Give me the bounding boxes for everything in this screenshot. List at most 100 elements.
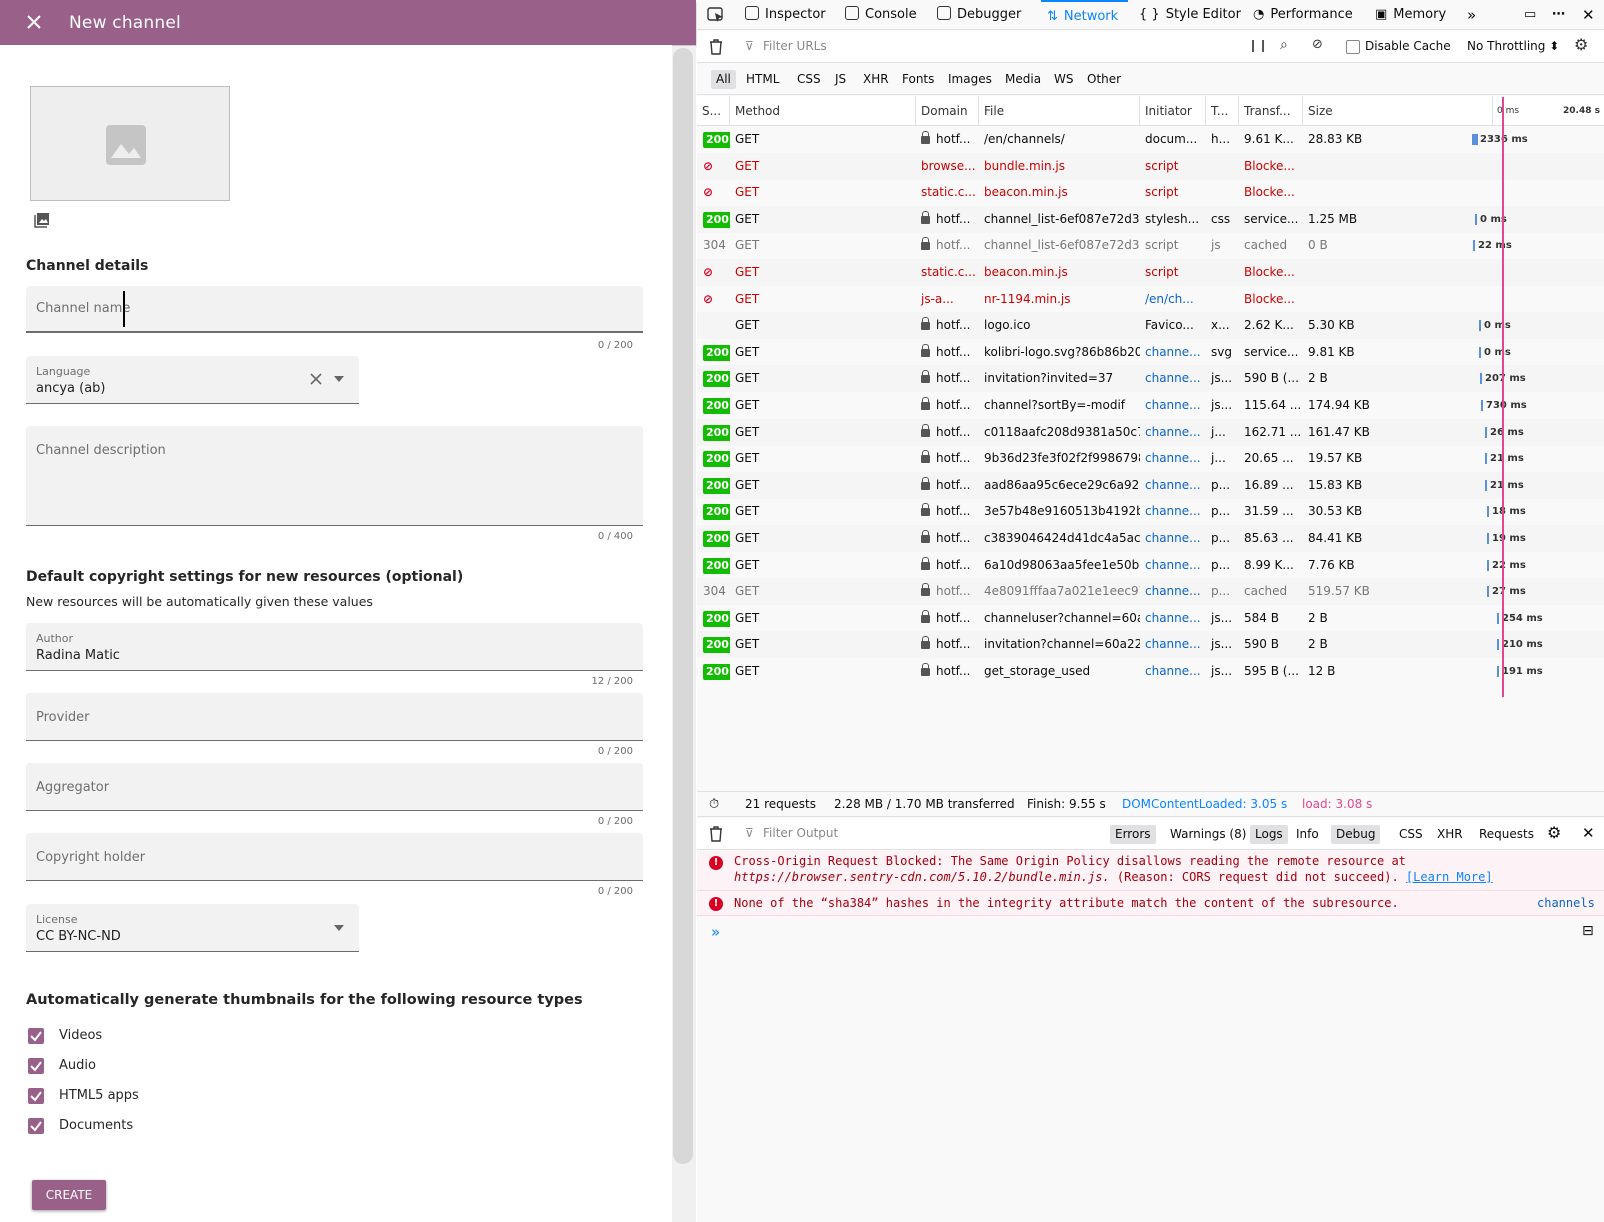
filter-debug[interactable]: Debug: [1331, 825, 1381, 844]
aggregator-field[interactable]: Aggregator: [26, 763, 643, 811]
type-all[interactable]: All: [711, 70, 736, 89]
channel-description-field[interactable]: Channel description: [26, 426, 643, 526]
filter-urls-input[interactable]: Filter URLs: [763, 39, 1203, 53]
learn-more-link[interactable]: [Learn More]: [1406, 870, 1493, 884]
trash-icon[interactable]: [709, 826, 723, 842]
request-row[interactable]: 200 GET hotf... /en/channels/docum... h... 9.…: [697, 126, 1604, 153]
disable-cache-checkbox[interactable]: [1346, 40, 1360, 54]
request-row[interactable]: 304 GET hotf... channel_list-6ef087e72d3e sc…: [697, 232, 1604, 259]
col-size[interactable]: Size: [1303, 96, 1493, 126]
type-xhr[interactable]: XHR: [858, 70, 894, 89]
tab-memory[interactable]: ▣ Memory: [1375, 0, 1446, 30]
html5-checkbox[interactable]: [28, 1088, 44, 1104]
filter-output-input[interactable]: Filter Output: [763, 826, 838, 840]
filter-info[interactable]: Info: [1291, 825, 1324, 844]
waterfall-bar: [1497, 639, 1499, 651]
error-url[interactable]: https://browser.sentry-cdn.com/5.10.2/bu…: [734, 870, 1110, 884]
col-waterfall[interactable]: 0 ms 20.48 s: [1493, 96, 1604, 126]
request-row[interactable]: 200 GET hotf... 6a10d98063aa5fee1e50b01 chan…: [697, 552, 1604, 579]
tab-performance[interactable]: ◔ Performance: [1253, 0, 1353, 30]
type-css[interactable]: CSS: [792, 70, 826, 89]
thumbnail-placeholder[interactable]: [30, 86, 230, 201]
filter-xhr[interactable]: XHR: [1432, 825, 1468, 844]
request-row[interactable]: 200 GET hotf... 3e57b48e9160513b4192b0 chann…: [697, 498, 1604, 525]
throttling-select[interactable]: No Throttling ⬍: [1467, 39, 1559, 53]
tab-inspector[interactable]: Inspector: [745, 0, 826, 30]
type-html[interactable]: HTML: [741, 70, 784, 89]
request-row[interactable]: 304 GET hotf... 4e8091fffaa7a021e1eec97 chan…: [697, 578, 1604, 606]
request-row[interactable]: 200 GET hotf... channel_list-6ef087e72d3e st…: [697, 205, 1604, 233]
split-console-icon[interactable]: ⊟: [1582, 923, 1594, 939]
request-file: 4e8091fffaa7a021e1eec97: [979, 578, 1140, 605]
col-domain[interactable]: Domain: [916, 96, 979, 126]
close-icon[interactable]: [24, 12, 44, 32]
error-source-link[interactable]: channels: [1537, 896, 1595, 910]
provider-field[interactable]: Provider: [26, 693, 643, 741]
scrollbar-thumb[interactable]: [673, 48, 693, 1164]
request-row[interactable]: 200 GET hotf... 9b36d23fe3f02f2f9986798 chan…: [697, 445, 1604, 472]
filter-requests[interactable]: Requests: [1474, 825, 1539, 844]
filter-css[interactable]: CSS: [1394, 825, 1428, 844]
request-row[interactable]: 200 GET hotf... invitation?invited=37 channe…: [697, 365, 1604, 393]
close-console-icon[interactable]: ✕: [1582, 824, 1595, 842]
gear-icon[interactable]: ⚙: [1574, 35, 1588, 54]
license-select[interactable]: License CC BY-NC-ND: [26, 904, 359, 952]
audio-checkbox[interactable]: [28, 1058, 44, 1074]
request-row[interactable]: ⊘ GET static.c... beacon.min.js script Blocke…: [697, 259, 1604, 286]
channel-name-field[interactable]: Channel name: [26, 286, 643, 333]
request-row[interactable]: ⊘ GET js-a... nr-1194.min.js/en/ch... Blocke…: [697, 286, 1604, 313]
clear-icon[interactable]: [309, 372, 323, 386]
col-file[interactable]: File: [979, 96, 1140, 126]
type-fonts[interactable]: Fonts: [897, 70, 939, 89]
request-row[interactable]: ⊘ GET browse... bundle.min.js script Blocke..…: [697, 152, 1604, 180]
pick-element-icon[interactable]: [707, 7, 725, 23]
chevron-down-icon[interactable]: [334, 376, 344, 382]
type-js[interactable]: JS: [830, 70, 851, 89]
author-field[interactable]: Author Radina Matic: [26, 623, 643, 671]
col-initiator[interactable]: Initiator: [1140, 96, 1206, 126]
pause-icon[interactable]: ❙❙: [1248, 38, 1268, 52]
request-row[interactable]: 200 GET hotf... channeluser?channel=60a22 ch…: [697, 605, 1604, 632]
language-select[interactable]: Language ancya (ab): [26, 356, 359, 404]
console-input[interactable]: » ⊟: [697, 917, 1604, 947]
request-row[interactable]: 200 GET hotf... aad86aa95c6ece29c6a9250 chan…: [697, 471, 1604, 499]
request-row[interactable]: GET hotf... logo.ico Favico... x... 2.62 K...…: [697, 312, 1604, 340]
filter-warnings[interactable]: Warnings (8): [1165, 825, 1251, 844]
documents-checkbox[interactable]: [28, 1118, 44, 1134]
request-row[interactable]: 200 GET hotf... channel?sortBy=-modif channe…: [697, 392, 1604, 419]
request-row[interactable]: 200 GET hotf... c3839046424d41dc4a5acec chan…: [697, 525, 1604, 552]
request-status: 200: [697, 472, 730, 499]
col-method[interactable]: Method: [730, 96, 916, 126]
request-row[interactable]: ⊘ GET static.c... beacon.min.js script Blocke…: [697, 179, 1604, 206]
type-media[interactable]: Media: [1000, 70, 1046, 89]
col-type[interactable]: T...: [1206, 96, 1239, 126]
create-button[interactable]: CREATE: [32, 1180, 106, 1210]
type-ws[interactable]: WS: [1049, 70, 1078, 89]
request-row[interactable]: 200 GET hotf... c0118aafc208d9381a50c7b chan…: [697, 418, 1604, 446]
filter-logs[interactable]: Logs: [1250, 825, 1288, 844]
tab-debugger[interactable]: Debugger: [937, 0, 1021, 30]
filter-errors[interactable]: Errors: [1110, 825, 1156, 844]
gear-icon[interactable]: ⚙: [1547, 823, 1561, 842]
type-other[interactable]: Other: [1082, 70, 1126, 89]
col-status[interactable]: S...: [697, 96, 730, 126]
more-tabs-icon[interactable]: »: [1467, 0, 1476, 30]
tab-network[interactable]: ⇅ Network: [1041, 0, 1128, 30]
type-images[interactable]: Images: [943, 70, 997, 89]
dock-icon[interactable]: ▭: [1524, 0, 1536, 30]
copyright-holder-field[interactable]: Copyright holder: [26, 833, 643, 881]
videos-checkbox[interactable]: [28, 1028, 44, 1044]
request-row[interactable]: 200 GET hotf... invitation?channel=60a22cc c…: [697, 631, 1604, 659]
request-row[interactable]: 200 GET hotf... kolibri-logo.svg?86b86b209 c…: [697, 339, 1604, 366]
menu-icon[interactable]: ⋯: [1552, 0, 1565, 30]
upload-image-icon[interactable]: [34, 212, 50, 228]
tab-style-editor[interactable]: { } Style Editor: [1139, 0, 1241, 30]
col-transferred[interactable]: Transf...: [1239, 96, 1303, 126]
chevron-down-icon[interactable]: [334, 925, 344, 931]
trash-icon[interactable]: [709, 39, 723, 55]
close-devtools-icon[interactable]: ✕: [1582, 0, 1595, 30]
search-icon[interactable]: ⌕: [1280, 37, 1288, 53]
tab-console[interactable]: Console: [845, 0, 917, 30]
block-icon[interactable]: ⊘: [1312, 37, 1323, 52]
request-row[interactable]: 200 GET hotf... get_storage_used channe... js…: [697, 658, 1604, 685]
